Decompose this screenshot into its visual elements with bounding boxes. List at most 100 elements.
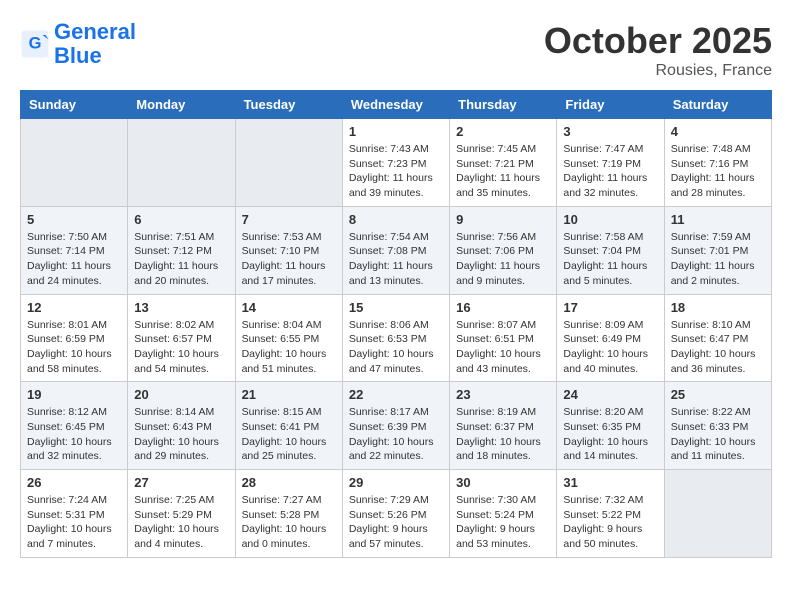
- col-header-monday: Monday: [128, 91, 235, 119]
- day-info: Sunrise: 7:29 AMSunset: 5:26 PMDaylight:…: [349, 493, 443, 552]
- day-number: 24: [563, 387, 657, 402]
- day-info: Sunrise: 8:19 AMSunset: 6:37 PMDaylight:…: [456, 405, 550, 464]
- day-info: Sunrise: 8:01 AMSunset: 6:59 PMDaylight:…: [27, 318, 121, 377]
- day-info: Sunrise: 7:25 AMSunset: 5:29 PMDaylight:…: [134, 493, 228, 552]
- svg-text:G: G: [29, 35, 42, 53]
- day-info: Sunrise: 7:53 AMSunset: 7:10 PMDaylight:…: [242, 230, 336, 289]
- day-info: Sunrise: 8:04 AMSunset: 6:55 PMDaylight:…: [242, 318, 336, 377]
- calendar-cell: [21, 119, 128, 207]
- day-info: Sunrise: 7:30 AMSunset: 5:24 PMDaylight:…: [456, 493, 550, 552]
- day-info: Sunrise: 8:17 AMSunset: 6:39 PMDaylight:…: [349, 405, 443, 464]
- day-number: 25: [671, 387, 765, 402]
- day-number: 26: [27, 475, 121, 490]
- calendar-cell: 21Sunrise: 8:15 AMSunset: 6:41 PMDayligh…: [235, 382, 342, 470]
- calendar-cell: [235, 119, 342, 207]
- col-header-friday: Friday: [557, 91, 664, 119]
- calendar-cell: 10Sunrise: 7:58 AMSunset: 7:04 PMDayligh…: [557, 206, 664, 294]
- calendar-cell: 17Sunrise: 8:09 AMSunset: 6:49 PMDayligh…: [557, 294, 664, 382]
- day-info: Sunrise: 7:50 AMSunset: 7:14 PMDaylight:…: [27, 230, 121, 289]
- month-title: October 2025: [544, 20, 772, 62]
- day-number: 23: [456, 387, 550, 402]
- day-number: 16: [456, 300, 550, 315]
- day-info: Sunrise: 7:47 AMSunset: 7:19 PMDaylight:…: [563, 142, 657, 201]
- col-header-tuesday: Tuesday: [235, 91, 342, 119]
- logo-text: General Blue: [54, 20, 136, 68]
- day-number: 4: [671, 124, 765, 139]
- calendar-cell: 6 Sunrise: 7:51 AMSunset: 7:12 PMDaylight…: [128, 206, 235, 294]
- day-number: 22: [349, 387, 443, 402]
- day-number: 2: [456, 124, 550, 139]
- calendar-cell: 3 Sunrise: 7:47 AMSunset: 7:19 PMDaylight…: [557, 119, 664, 207]
- day-number: 31: [563, 475, 657, 490]
- day-info: Sunrise: 7:54 AMSunset: 7:08 PMDaylight:…: [349, 230, 443, 289]
- calendar-cell: 30 Sunrise: 7:30 AMSunset: 5:24 PMDayligh…: [450, 470, 557, 558]
- calendar-cell: 4 Sunrise: 7:48 AMSunset: 7:16 PMDaylight…: [664, 119, 771, 207]
- day-info: Sunrise: 8:07 AMSunset: 6:51 PMDaylight:…: [456, 318, 550, 377]
- calendar-cell: 29 Sunrise: 7:29 AMSunset: 5:26 PMDayligh…: [342, 470, 449, 558]
- day-info: Sunrise: 8:22 AMSunset: 6:33 PMDaylight:…: [671, 405, 765, 464]
- day-info: Sunrise: 7:24 AMSunset: 5:31 PMDaylight:…: [27, 493, 121, 552]
- calendar-week-row: 26 Sunrise: 7:24 AMSunset: 5:31 PMDayligh…: [21, 470, 772, 558]
- calendar-cell: 19Sunrise: 8:12 AMSunset: 6:45 PMDayligh…: [21, 382, 128, 470]
- col-header-wednesday: Wednesday: [342, 91, 449, 119]
- page-header: G General Blue October 2025 Rousies, Fra…: [20, 20, 772, 80]
- calendar-cell: 12 Sunrise: 8:01 AMSunset: 6:59 PMDayligh…: [21, 294, 128, 382]
- day-number: 19: [27, 387, 121, 402]
- calendar-cell: 15Sunrise: 8:06 AMSunset: 6:53 PMDayligh…: [342, 294, 449, 382]
- day-number: 3: [563, 124, 657, 139]
- logo: G General Blue: [20, 20, 136, 68]
- day-info: Sunrise: 7:59 AMSunset: 7:01 PMDaylight:…: [671, 230, 765, 289]
- calendar-cell: 28 Sunrise: 7:27 AMSunset: 5:28 PMDayligh…: [235, 470, 342, 558]
- calendar-cell: 7 Sunrise: 7:53 AMSunset: 7:10 PMDaylight…: [235, 206, 342, 294]
- day-info: Sunrise: 8:02 AMSunset: 6:57 PMDaylight:…: [134, 318, 228, 377]
- calendar-week-row: 19Sunrise: 8:12 AMSunset: 6:45 PMDayligh…: [21, 382, 772, 470]
- calendar-cell: [664, 470, 771, 558]
- day-number: 7: [242, 212, 336, 227]
- calendar-cell: 1Sunrise: 7:43 AMSunset: 7:23 PMDaylight…: [342, 119, 449, 207]
- calendar-table: SundayMondayTuesdayWednesdayThursdayFrid…: [20, 90, 772, 558]
- col-header-saturday: Saturday: [664, 91, 771, 119]
- day-info: Sunrise: 7:51 AMSunset: 7:12 PMDaylight:…: [134, 230, 228, 289]
- day-number: 20: [134, 387, 228, 402]
- day-number: 29: [349, 475, 443, 490]
- calendar-header-row: SundayMondayTuesdayWednesdayThursdayFrid…: [21, 91, 772, 119]
- day-number: 8: [349, 212, 443, 227]
- day-info: Sunrise: 8:10 AMSunset: 6:47 PMDaylight:…: [671, 318, 765, 377]
- day-number: 30: [456, 475, 550, 490]
- calendar-cell: 9Sunrise: 7:56 AMSunset: 7:06 PMDaylight…: [450, 206, 557, 294]
- calendar-cell: 23 Sunrise: 8:19 AMSunset: 6:37 PMDayligh…: [450, 382, 557, 470]
- calendar-cell: 2 Sunrise: 7:45 AMSunset: 7:21 PMDaylight…: [450, 119, 557, 207]
- col-header-sunday: Sunday: [21, 91, 128, 119]
- day-info: Sunrise: 7:32 AMSunset: 5:22 PMDaylight:…: [563, 493, 657, 552]
- day-info: Sunrise: 7:48 AMSunset: 7:16 PMDaylight:…: [671, 142, 765, 201]
- logo-icon: G: [20, 29, 50, 59]
- title-block: October 2025 Rousies, France: [544, 20, 772, 80]
- day-number: 28: [242, 475, 336, 490]
- day-info: Sunrise: 8:20 AMSunset: 6:35 PMDaylight:…: [563, 405, 657, 464]
- day-number: 15: [349, 300, 443, 315]
- calendar-cell: 27Sunrise: 7:25 AMSunset: 5:29 PMDayligh…: [128, 470, 235, 558]
- day-number: 1: [349, 124, 443, 139]
- day-number: 18: [671, 300, 765, 315]
- calendar-cell: [128, 119, 235, 207]
- calendar-cell: 26 Sunrise: 7:24 AMSunset: 5:31 PMDayligh…: [21, 470, 128, 558]
- day-info: Sunrise: 7:45 AMSunset: 7:21 PMDaylight:…: [456, 142, 550, 201]
- day-number: 12: [27, 300, 121, 315]
- day-number: 14: [242, 300, 336, 315]
- day-number: 13: [134, 300, 228, 315]
- calendar-cell: 5Sunrise: 7:50 AMSunset: 7:14 PMDaylight…: [21, 206, 128, 294]
- day-info: Sunrise: 7:56 AMSunset: 7:06 PMDaylight:…: [456, 230, 550, 289]
- calendar-week-row: 12 Sunrise: 8:01 AMSunset: 6:59 PMDayligh…: [21, 294, 772, 382]
- day-number: 21: [242, 387, 336, 402]
- calendar-cell: 31 Sunrise: 7:32 AMSunset: 5:22 PMDayligh…: [557, 470, 664, 558]
- day-number: 6: [134, 212, 228, 227]
- day-number: 10: [563, 212, 657, 227]
- day-info: Sunrise: 8:09 AMSunset: 6:49 PMDaylight:…: [563, 318, 657, 377]
- day-info: Sunrise: 8:14 AMSunset: 6:43 PMDaylight:…: [134, 405, 228, 464]
- day-info: Sunrise: 7:27 AMSunset: 5:28 PMDaylight:…: [242, 493, 336, 552]
- calendar-cell: 16 Sunrise: 8:07 AMSunset: 6:51 PMDayligh…: [450, 294, 557, 382]
- calendar-cell: 22 Sunrise: 8:17 AMSunset: 6:39 PMDayligh…: [342, 382, 449, 470]
- calendar-cell: 20 Sunrise: 8:14 AMSunset: 6:43 PMDayligh…: [128, 382, 235, 470]
- day-number: 11: [671, 212, 765, 227]
- calendar-cell: 18 Sunrise: 8:10 AMSunset: 6:47 PMDayligh…: [664, 294, 771, 382]
